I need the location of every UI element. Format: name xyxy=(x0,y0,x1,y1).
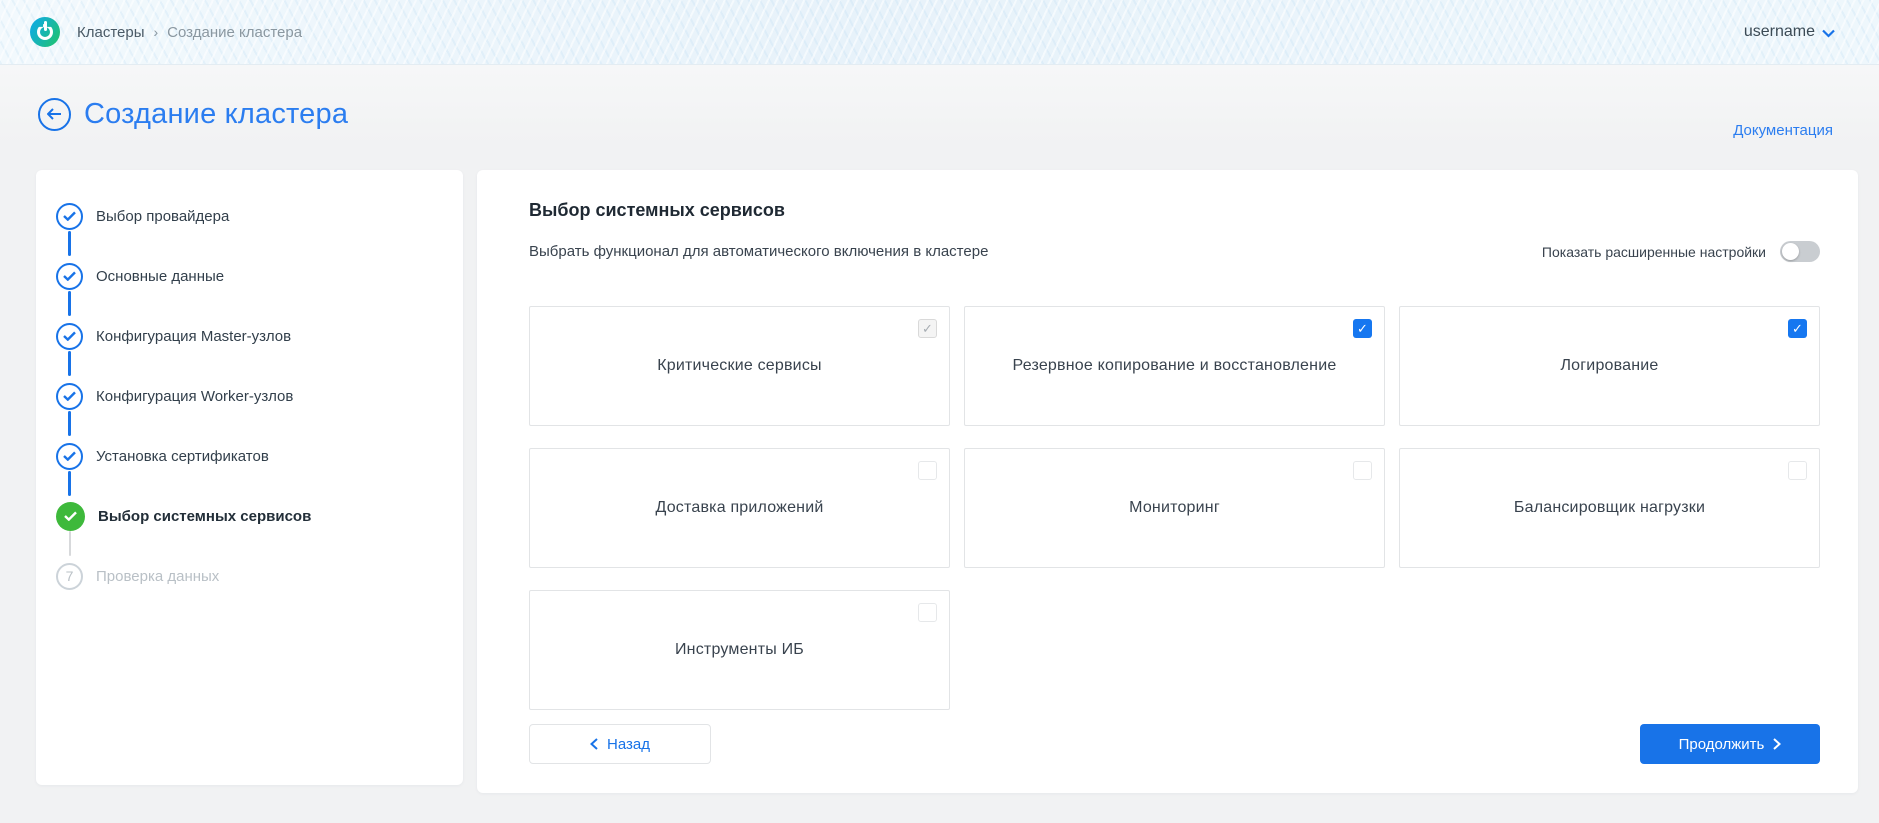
service-checkbox[interactable]: ✓ xyxy=(918,603,937,622)
stepper-step[interactable]: 7 Проверка данных xyxy=(36,546,463,606)
step-label: Конфигурация Worker-узлов xyxy=(96,387,294,405)
check-icon xyxy=(63,271,76,281)
step-status-icon xyxy=(56,382,83,410)
service-card[interactable]: Доставка приложений ✓ xyxy=(529,448,950,568)
service-label: Критические сервисы xyxy=(657,357,822,374)
service-card[interactable]: Мониторинг ✓ xyxy=(964,448,1385,568)
step-status-icon: 7 xyxy=(56,562,83,590)
back-button[interactable]: Назад xyxy=(529,724,711,764)
check-icon xyxy=(64,511,77,521)
user-name: username xyxy=(1743,23,1815,40)
chevron-right-icon xyxy=(1773,738,1782,750)
step-label: Основные данные xyxy=(96,267,225,285)
documentation-link[interactable]: Документация xyxy=(1733,122,1833,139)
service-card[interactable]: Балансировщик нагрузки ✓ xyxy=(1399,448,1820,568)
step-status-icon xyxy=(56,501,85,531)
service-checkbox[interactable]: ✓ xyxy=(918,319,937,338)
service-card[interactable]: Критические сервисы ✓ xyxy=(529,306,950,426)
step-number: 7 xyxy=(65,568,74,584)
service-label: Инструменты ИБ xyxy=(674,641,804,658)
check-icon xyxy=(63,211,76,221)
breadcrumb-clusters[interactable]: Кластеры xyxy=(77,24,145,41)
logo-stem xyxy=(43,21,47,31)
service-checkbox[interactable]: ✓ xyxy=(918,461,937,480)
service-label: Балансировщик нагрузки xyxy=(1513,499,1706,516)
stepper-step[interactable]: Выбор системных сервисов xyxy=(36,486,463,556)
advanced-settings-toggle-row: Показать расширенные настройки xyxy=(1542,241,1820,262)
chevron-down-icon xyxy=(1822,29,1835,38)
service-checkbox[interactable]: ✓ xyxy=(1788,319,1807,338)
stepper-sidebar: Выбор провайдера Основные данные Конфигу… xyxy=(36,170,463,785)
breadcrumb-current: Создание кластера xyxy=(167,23,303,41)
advanced-settings-label: Показать расширенные настройки xyxy=(1541,243,1766,260)
services-grid: Критические сервисы ✓ Резервное копирова… xyxy=(529,306,1820,710)
chevron-right-icon: › xyxy=(153,24,159,40)
stepper-step[interactable]: Выбор провайдера xyxy=(36,186,463,256)
stepper-step[interactable]: Конфигурация Master-узлов xyxy=(36,306,463,376)
continue-button[interactable]: Продолжить xyxy=(1640,724,1820,764)
service-card[interactable]: Резервное копирование и восстановление ✓ xyxy=(964,306,1385,426)
stepper-step[interactable]: Основные данные xyxy=(36,246,463,316)
step-label: Установка сертификатов xyxy=(96,447,269,465)
check-icon xyxy=(63,391,76,401)
back-circle-button[interactable] xyxy=(38,97,71,131)
chevron-left-icon xyxy=(590,738,598,750)
stepper-step[interactable]: Конфигурация Worker-узлов xyxy=(36,366,463,436)
step-status-icon xyxy=(56,442,83,470)
breadcrumb: Кластеры › Создание кластера xyxy=(77,24,302,41)
arrow-left-icon xyxy=(47,108,61,120)
step-status-icon xyxy=(56,202,83,230)
stepper-step[interactable]: Установка сертификатов xyxy=(36,426,463,496)
user-menu[interactable]: username xyxy=(1744,23,1835,41)
continue-button-label: Продолжить xyxy=(1678,735,1765,753)
service-checkbox[interactable]: ✓ xyxy=(1788,461,1807,480)
service-label: Резервное копирование и восстановление xyxy=(1012,357,1337,374)
panel-footer: Назад Продолжить xyxy=(529,724,1820,764)
service-checkbox[interactable]: ✓ xyxy=(1353,319,1372,338)
advanced-settings-toggle[interactable] xyxy=(1780,241,1820,262)
check-icon xyxy=(63,451,76,461)
service-card[interactable]: Инструменты ИБ ✓ xyxy=(529,590,950,710)
step-status-icon xyxy=(56,322,83,350)
service-checkbox[interactable]: ✓ xyxy=(1353,461,1372,480)
service-label: Доставка приложений xyxy=(655,499,824,516)
step-label: Выбор провайдера xyxy=(96,207,230,225)
page-title: Создание кластера xyxy=(84,97,349,130)
panel-title: Выбор системных сервисов xyxy=(529,200,785,220)
step-status-icon xyxy=(56,262,83,290)
back-button-label: Назад xyxy=(607,735,650,753)
step-label: Проверка данных xyxy=(96,567,220,585)
service-card[interactable]: Логирование ✓ xyxy=(1399,306,1820,426)
step-label: Выбор системных сервисов xyxy=(98,507,312,525)
topbar: Кластеры › Создание кластера username xyxy=(0,0,1879,65)
panel-subtitle: Выбрать функционал для автоматического в… xyxy=(529,243,989,260)
stepper: Выбор провайдера Основные данные Конфигу… xyxy=(36,170,463,606)
page-header: Создание кластера Документация xyxy=(0,65,1879,145)
toggle-knob xyxy=(1782,243,1799,260)
check-icon xyxy=(63,331,76,341)
step-label: Конфигурация Master-узлов xyxy=(96,327,292,345)
services-panel: Выбор системных сервисов Выбрать функцио… xyxy=(477,170,1858,793)
service-label: Мониторинг xyxy=(1129,499,1220,516)
app-logo-icon[interactable] xyxy=(30,17,60,47)
service-label: Логирование xyxy=(1560,357,1659,374)
